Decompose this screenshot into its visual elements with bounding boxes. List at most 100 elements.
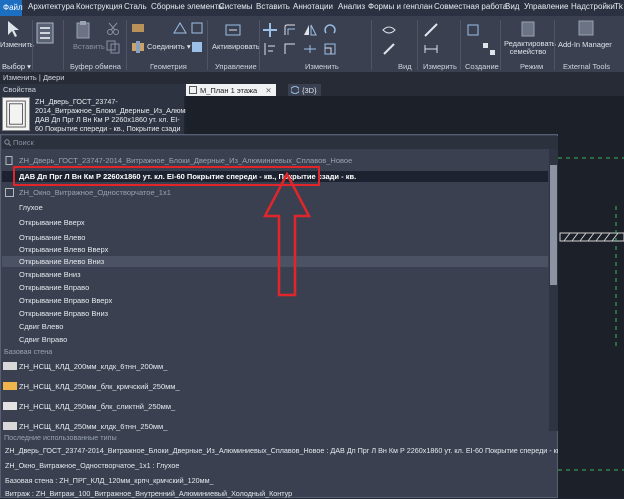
group-separator: [417, 20, 418, 70]
context-bar: Изменить | Двери: [0, 72, 624, 84]
hide-icon: [382, 26, 396, 34]
join-icon: [132, 41, 144, 53]
activate-button[interactable]: Активировать: [212, 42, 260, 51]
search-icon: [4, 139, 11, 146]
addin-manager-button[interactable]: Add-In Manager: [558, 40, 612, 49]
trim-icon: [284, 43, 295, 54]
tab-precast[interactable]: Сборные элементы: [151, 2, 224, 11]
paste-icon: [76, 21, 90, 39]
tab-analyze[interactable]: Анализ: [338, 2, 365, 11]
group-separator: [460, 20, 461, 70]
recent-type-item[interactable]: Витраж : ZH_Витраж_100_Витражное_Внутрен…: [2, 485, 558, 499]
paint-icon: [192, 42, 202, 52]
scale-icon: [324, 43, 336, 55]
create-assembly-icon: [467, 24, 479, 36]
modify-button[interactable]: Изменить: [0, 40, 34, 49]
tab-file[interactable]: Файл: [0, 0, 23, 16]
close-icon[interactable]: ✕: [265, 86, 271, 95]
window-type-item[interactable]: Сдвиг Влево: [2, 321, 548, 332]
tab-view[interactable]: Вид: [505, 2, 519, 11]
tab-tk[interactable]: Tk: [614, 2, 623, 11]
dropdown-scrollbar[interactable]: [549, 149, 558, 431]
cope-icon: [132, 24, 144, 32]
wall-swatch: [3, 382, 17, 390]
group-separator: [554, 20, 555, 70]
modify-group-title: Изменить: [305, 62, 339, 71]
wall-type-item[interactable]: ZH_НСЩ_КЛД_250мм_блк_крмчский_250мм_: [2, 377, 548, 397]
floor-plan-icon: [189, 86, 197, 94]
geometry-group-title: Геометрия: [150, 62, 187, 71]
tab-insert[interactable]: Вставить: [256, 2, 290, 11]
control-group-title: Управление: [215, 62, 257, 71]
recent-type-item[interactable]: ZH_Дверь_ГОСТ_23747-2014_Витражное_Блоки…: [2, 442, 558, 458]
tab-massing-site[interactable]: Формы и генплан: [368, 2, 433, 11]
split-face-icon: [191, 22, 203, 34]
tab-architecture[interactable]: Архитектура: [28, 2, 74, 11]
copy-icon: [106, 40, 120, 54]
create-group-icon: [483, 43, 495, 55]
window-type-item[interactable]: Сдвиг Вправо: [2, 334, 548, 345]
mode-group-title: Режим: [520, 62, 544, 71]
addin-manager-icon: [578, 20, 594, 36]
create-group-title: Создание: [465, 62, 499, 71]
group-separator: [32, 20, 33, 70]
view-group-title: Вид: [398, 62, 412, 71]
measure-icon: [424, 23, 438, 37]
wall-swatch: [3, 362, 17, 370]
tab-structure[interactable]: Конструкция: [76, 2, 122, 11]
group-separator: [207, 20, 208, 70]
rotate-icon: [324, 24, 336, 34]
window-family-icon: [5, 188, 14, 197]
search-placeholder: Поиск: [13, 138, 34, 147]
wall-swatch: [3, 402, 17, 410]
tab-addins[interactable]: Надстройки: [571, 2, 615, 11]
cursor-icon: [8, 21, 19, 37]
recent-type-item[interactable]: ZH_Окно_Витражное_Одностворчатое_1х1 : Г…: [2, 457, 558, 473]
mirror-icon: [304, 24, 317, 36]
door-family-icon: [5, 156, 13, 165]
wall-swatch: [3, 422, 17, 430]
activate-icon: [225, 24, 241, 36]
cut-icon: [107, 22, 119, 35]
paste-button[interactable]: Вставить: [73, 42, 105, 51]
split-icon: [304, 45, 316, 53]
section-base-wall: Базовая стена: [4, 347, 53, 356]
window-type-item[interactable]: Открывание Вправо Вниз: [2, 308, 548, 319]
offset-icon: [284, 24, 295, 35]
tab-systems[interactable]: Системы: [219, 2, 253, 11]
select-dropdown[interactable]: Выбор ▾: [2, 62, 31, 71]
edit-family-button[interactable]: Редактировать семейство: [504, 40, 556, 56]
context-label: Изменить | Двери: [3, 73, 65, 82]
ribbon-panel: Изменить Выбор ▾ Вставить Буфер обмена С…: [0, 16, 624, 72]
dimension-icon: [424, 45, 438, 53]
scrollbar-thumb[interactable]: [550, 165, 557, 285]
tab-steel[interactable]: Сталь: [124, 2, 147, 11]
tab-3d-label: {3D}: [302, 86, 317, 95]
override-icon: [383, 43, 395, 55]
tab-collaborate[interactable]: Совместная работа: [434, 2, 507, 11]
family-header-door: ZH_Дверь_ГОСТ_23747-2014_Витражное_Блоки…: [2, 155, 548, 166]
join-dropdown[interactable]: Соединить ▾: [147, 42, 191, 51]
wall-type-item[interactable]: ZH_НСЩ_КЛД_250мм_блк_сликтнй_250мм_: [2, 397, 548, 417]
wall-type-item[interactable]: ZH_НСЩ_КЛД_200мм_клдк_6тнн_200мм_: [2, 357, 548, 377]
tab-annotate[interactable]: Аннотации: [293, 2, 333, 11]
align-icon: [264, 43, 275, 55]
up-arrow-annotation: [262, 172, 312, 297]
external-tools-group-title: External Tools: [563, 62, 610, 71]
tab-floor-plan[interactable]: М_План 1 этажа ✕: [186, 84, 276, 96]
ribbon-tab-bar: Файл Архитектура Конструкция Сталь Сборн…: [0, 0, 624, 16]
wall-joins-icon: [173, 22, 187, 34]
tab-floor-plan-label: М_План 1 этажа: [200, 86, 258, 95]
type-thumbnail: [2, 97, 30, 131]
search-input[interactable]: Поиск: [2, 136, 558, 149]
clipboard-group-title: Буфер обмена: [70, 62, 121, 71]
tab-manage[interactable]: Управление: [524, 2, 568, 11]
measure-group-title: Измерить: [423, 62, 457, 71]
group-separator: [259, 20, 260, 70]
group-separator: [126, 20, 127, 70]
properties-title: Свойства: [3, 85, 36, 94]
group-separator: [500, 20, 501, 70]
tab-3d[interactable]: {3D}: [288, 84, 321, 96]
view-tab-bar: М_План 1 этажа ✕ {3D}: [186, 84, 624, 96]
properties-panel: Свойства ZH_Дверь_ГОСТ_23747-2014_Витраж…: [0, 84, 257, 142]
